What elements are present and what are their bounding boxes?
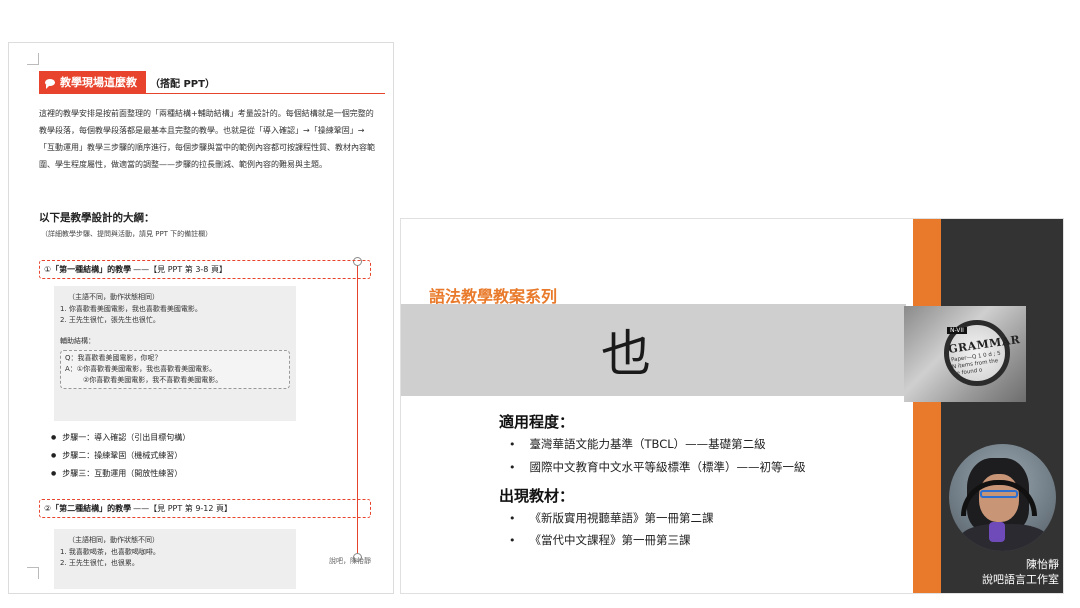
level-heading: 適用程度： (499, 413, 575, 431)
section-1-title: 「第一種結構」的教學 (51, 265, 132, 274)
section-1-box: ① 「第一種結構」的教學 ——【見 PPT 第 3-8 頁】 (39, 260, 371, 279)
example-line: 1. 我喜歡喝茶，也喜歡喝咖啡。 (60, 548, 160, 556)
section-2-ref: ——【見 PPT 第 9-12 頁】 (133, 504, 233, 513)
example-heading: （主語相同，動作狀態不同） (68, 536, 159, 544)
section-header: 教學現場這麼教 （搭配 PPT） (39, 71, 215, 93)
example-line: 2. 王先生很忙，也很累。 (60, 559, 139, 567)
example-line: 1. 你喜歡看美國電影，我也喜歡看美國電影。 (60, 305, 202, 313)
intro-paragraph: 這裡的教學安排是按前面整理的「兩種結構+輔助結構」考量設計的。每個結構就是一個完… (39, 109, 375, 169)
aux-label: 輔助結構： (60, 337, 95, 345)
level-item: 國際中文教育中文水平等級標準（標準）——初等一級 (509, 459, 806, 475)
header-label: 教學現場這麼教 (60, 76, 137, 89)
dialog-answer: A：①你喜歡看美國電影，我也喜歡看美國電影。 (65, 365, 217, 373)
example-heading: （主語不同，動作狀態相同） (68, 293, 159, 301)
grammar-character: 也 (601, 325, 651, 383)
orange-stripe (913, 219, 941, 593)
grammar-magnifier-image: N-VII GRAMMAR Paper—Q 1 0 d ; 5 N items … (904, 306, 1026, 402)
example-box-1: （主語不同，動作狀態相同） 1. 你喜歡看美國電影，我也喜歡看美國電影。 2. … (54, 286, 296, 421)
materials-heading: 出現教材： (499, 487, 575, 505)
dialog-answer: ②你喜歡看美國電影，我不喜歡看美國電影。 (83, 376, 223, 384)
outline-title: 以下是教學設計的大綱： (39, 212, 155, 224)
dialog-box: Q：我喜歡看美國電影，你呢？ A：①你喜歡看美國電影，我也喜歡看美國電影。 ②你… (60, 350, 290, 389)
presenter-name: 陳怡靜 (1026, 558, 1059, 571)
dialog-question: Q：我喜歡看美國電影，你呢？ (65, 354, 162, 362)
presenter-studio: 說吧語言工作室 (982, 573, 1059, 586)
crop-mark (27, 567, 39, 579)
section-2-title: 「第二種結構」的教學 (51, 504, 132, 513)
document-page: 教學現場這麼教 （搭配 PPT） 這裡的教學安排是按前面整理的「兩種結構+輔助結… (8, 42, 394, 594)
presenter-webcam (949, 444, 1056, 551)
material-item: 《新版實用視聽華語》第一冊第二課 (509, 510, 714, 526)
header-badge: 教學現場這麼教 (39, 71, 146, 93)
step-item: 步驟一：導入確認（引出目標句構） (51, 429, 190, 447)
section-1-num: ① (44, 265, 52, 274)
image-tag: N-VII (947, 327, 967, 334)
section-1-ref: ——【見 PPT 第 3-8 頁】 (133, 265, 227, 274)
header-rule (39, 93, 385, 94)
header-sub: （搭配 PPT） (150, 78, 215, 90)
step-item: 步驟三：互動運用（開放性練習） (51, 465, 190, 483)
speech-bubble-icon (45, 78, 55, 89)
level-item: 臺灣華語文能力基準（TBCL）——基礎第二級 (509, 436, 766, 452)
material-item: 《當代中文課程》第一冊第三課 (509, 532, 691, 548)
section-2-num: ② (44, 504, 52, 513)
section-2-box: ② 「第二種結構」的教學 ——【見 PPT 第 9-12 頁】 (39, 499, 371, 518)
step-item: 步驟二：操練鞏固（機械式練習） (51, 447, 190, 465)
step-list: 步驟一：導入確認（引出目標句構） 步驟二：操練鞏固（機械式練習） 步驟三：互動運… (51, 429, 190, 483)
crop-mark (27, 53, 39, 65)
presenter-caption: 陳怡靜 說吧語言工作室 (947, 557, 1059, 587)
slide-panel: 語法教學教案系列 也 N-VII GRAMMAR Paper—Q 1 0 d ;… (400, 218, 1064, 594)
outline-note: （詳細教學步驟、提問與活動，請見 PPT 下的備註欄） (41, 230, 213, 238)
page-footer: 說吧，陳怡靜 (329, 557, 371, 565)
example-line: 2. 王先生很忙，張先生也很忙。 (60, 316, 160, 324)
microphone-icon (989, 522, 1005, 542)
example-box-2: （主語相同，動作狀態不同） 1. 我喜歡喝茶，也喜歡喝咖啡。 2. 王先生很忙，… (54, 529, 296, 589)
